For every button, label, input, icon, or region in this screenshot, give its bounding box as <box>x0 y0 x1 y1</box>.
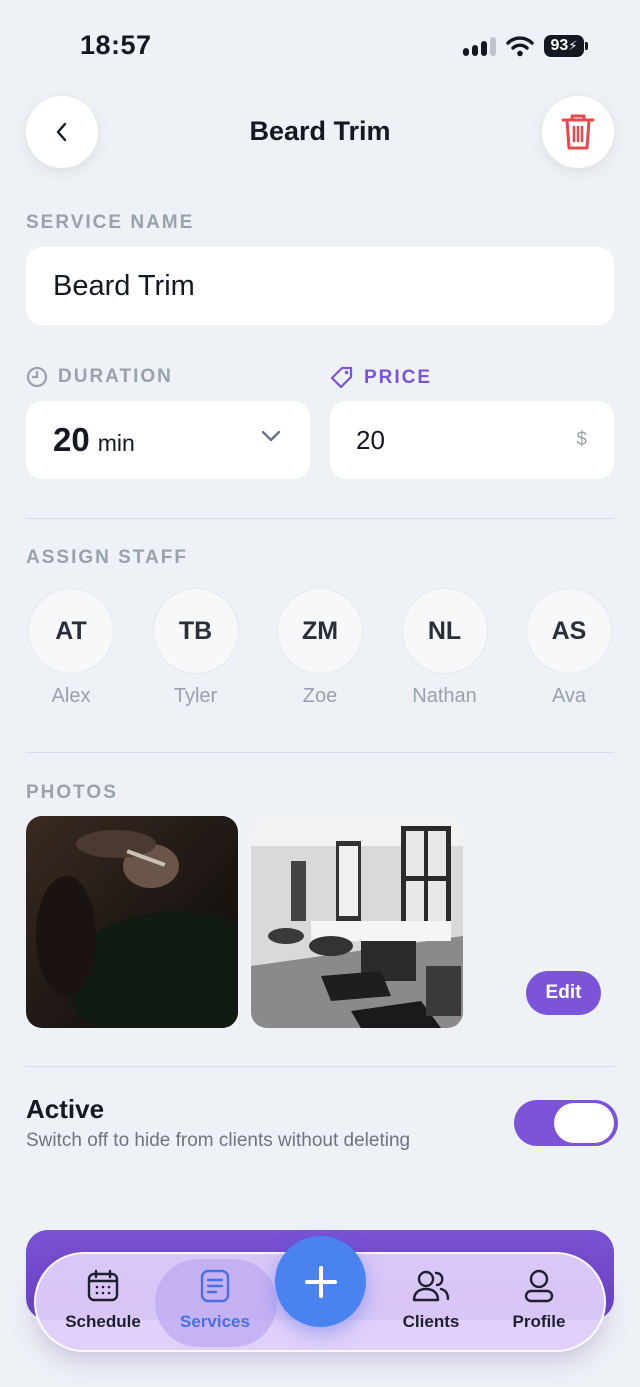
trash-icon <box>561 114 595 150</box>
price-tag-icon <box>330 366 353 389</box>
list-icon <box>200 1269 230 1303</box>
staff-list: AT Alex TB Tyler ZM Zoe NL Nathan AS Ava <box>26 588 614 708</box>
staff-name: Tyler <box>173 685 218 707</box>
battery-tip <box>585 42 588 50</box>
calendar-icon <box>87 1269 119 1302</box>
user-icon <box>524 1269 554 1303</box>
status-time: 18:57 <box>80 30 152 60</box>
staff-name: Nathan <box>412 685 477 707</box>
duration-value: 20 <box>53 421 90 458</box>
duration-select[interactable]: 20 min <box>26 401 310 479</box>
staff-member[interactable]: AT Alex <box>26 588 116 708</box>
duration-label-group: DURATION <box>26 366 173 388</box>
photos-label: PHOTOS <box>26 782 118 803</box>
active-subtitle: Switch off to hide from clients without … <box>26 1130 411 1151</box>
assign-staff-label: ASSIGN STAFF <box>26 547 188 568</box>
plus-icon <box>304 1265 337 1298</box>
staff-name: Ava <box>551 685 587 707</box>
active-title: Active <box>26 1094 105 1124</box>
service-name-input[interactable]: Beard Trim <box>26 247 614 325</box>
service-name-value: Beard Trim <box>53 269 195 302</box>
tab-label: Profile <box>512 1312 566 1331</box>
divider <box>26 1066 614 1067</box>
tab-schedule[interactable]: Schedule <box>48 1268 158 1344</box>
staff-member[interactable]: TB Tyler <box>151 588 241 708</box>
staff-member[interactable]: ZM Zoe <box>275 588 365 708</box>
photo-salon-interior[interactable] <box>251 816 463 1028</box>
edit-photos-button[interactable]: Edit <box>526 971 601 1015</box>
active-toggle[interactable] <box>514 1100 618 1146</box>
tab-profile[interactable]: Profile <box>484 1268 594 1344</box>
delete-button[interactable] <box>542 96 614 168</box>
price-input[interactable]: 20 $ <box>330 401 614 479</box>
divider <box>26 752 614 753</box>
currency-symbol: $ <box>576 429 587 450</box>
toggle-knob <box>554 1103 614 1143</box>
price-label-group: PRICE <box>330 366 432 390</box>
wifi-icon <box>506 36 534 57</box>
staff-avatar: TB <box>152 588 239 674</box>
staff-name: Zoe <box>302 685 338 707</box>
price-value: 20 <box>356 424 385 455</box>
clock-icon <box>26 366 48 388</box>
signal-icon <box>463 36 496 56</box>
chevron-down-icon <box>261 430 281 442</box>
staff-avatar: ZM <box>277 588 363 674</box>
users-icon <box>412 1270 450 1302</box>
staff-member[interactable]: NL Nathan <box>400 588 490 708</box>
staff-name: Alex <box>51 685 91 707</box>
duration-unit: min <box>97 429 135 456</box>
staff-avatar: AT <box>28 588 114 674</box>
tab-services[interactable]: Services <box>160 1268 270 1344</box>
tab-clients[interactable]: Clients <box>376 1268 486 1344</box>
divider <box>26 518 614 519</box>
status-indicators: 93 ⚡ <box>463 35 588 57</box>
price-label: PRICE <box>364 367 433 388</box>
service-name-label: SERVICE NAME <box>26 212 195 233</box>
duration-label: DURATION <box>58 366 173 387</box>
tab-label: Clients <box>402 1312 460 1331</box>
battery-indicator: 93 ⚡ <box>544 35 584 57</box>
staff-avatar: AS <box>526 588 612 674</box>
tab-label: Services <box>180 1312 250 1331</box>
tab-label: Schedule <box>65 1312 141 1331</box>
add-button[interactable] <box>275 1236 366 1327</box>
photo-barber-shaving[interactable] <box>26 816 238 1028</box>
staff-avatar: NL <box>401 588 488 674</box>
staff-member[interactable]: AS Ava <box>524 588 614 708</box>
